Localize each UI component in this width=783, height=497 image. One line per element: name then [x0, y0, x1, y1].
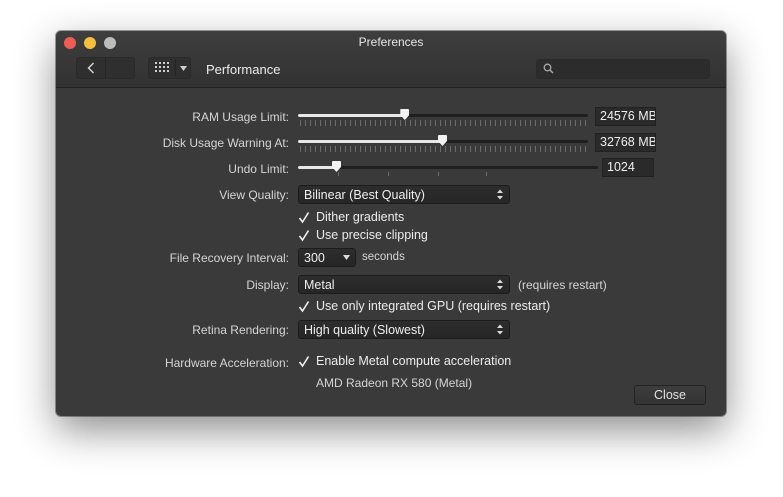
ram-usage-slider-fill [298, 114, 406, 117]
display-value: Metal [304, 278, 335, 292]
gpu-device-name: AMD Radeon RX 580 (Metal) [316, 376, 473, 390]
undo-limit-slider-thumb[interactable] [332, 161, 341, 172]
undo-limit-slider[interactable] [298, 161, 598, 172]
disk-usage-warning-field[interactable]: 32768 MB [595, 133, 656, 152]
view-quality-popup[interactable]: Bilinear (Best Quality) [298, 185, 510, 204]
view-quality-label: View Quality: [219, 188, 289, 202]
grid-icon [155, 62, 169, 72]
updown-arrows-icon [497, 279, 503, 290]
dither-gradients-checkbox[interactable]: Dither gradients [298, 209, 404, 225]
back-button[interactable] [77, 58, 106, 78]
navigation-group [76, 57, 135, 79]
dither-gradients-label: Dither gradients [316, 210, 405, 224]
integrated-gpu-label: Use only integrated GPU (requires restar… [316, 299, 551, 313]
window-title: Preferences [358, 35, 424, 49]
ram-usage-slider[interactable] [298, 109, 588, 120]
view-quality-value: Bilinear (Best Quality) [304, 188, 425, 202]
file-recovery-interval-label: File Recovery Interval: [169, 251, 289, 265]
metal-compute-checkbox[interactable]: Enable Metal compute acceleration [298, 353, 511, 369]
preferences-window: Preferences Performance RAM Usage Limit:… [56, 31, 726, 416]
section-title: Performance [206, 62, 281, 77]
forward-button[interactable] [106, 58, 134, 78]
titlebar: Preferences Performance [56, 31, 726, 88]
grid-button-divider [175, 60, 176, 76]
show-all-button[interactable] [148, 57, 191, 79]
ram-usage-slider-ticks [300, 120, 588, 126]
undo-limit-slider-ticks [298, 172, 598, 177]
ram-usage-slider-thumb[interactable] [400, 109, 410, 120]
updown-arrows-icon [497, 324, 503, 335]
precise-clipping-checkbox[interactable]: Use precise clipping [298, 227, 428, 243]
integrated-gpu-checkbox[interactable]: Use only integrated GPU (requires restar… [298, 298, 550, 314]
ram-usage-limit-label: RAM Usage Limit: [192, 110, 289, 124]
disk-usage-warning-label: Disk Usage Warning At: [162, 136, 289, 150]
display-restart-note: (requires restart) [518, 278, 607, 292]
chevron-left-icon [87, 62, 94, 74]
undo-limit-field[interactable]: 1024 [602, 158, 654, 177]
checkmark-icon [298, 355, 310, 368]
disk-usage-slider-ticks [300, 146, 588, 152]
precise-clipping-label: Use precise clipping [316, 228, 428, 242]
search-field[interactable] [536, 59, 710, 79]
retina-rendering-value: High quality (Slowest) [304, 323, 425, 337]
seconds-unit-label: seconds [362, 251, 405, 263]
retina-rendering-label: Retina Rendering: [192, 323, 289, 337]
undo-limit-label: Undo Limit: [228, 162, 289, 176]
disk-usage-slider-thumb[interactable] [438, 135, 447, 146]
close-button[interactable]: Close [634, 385, 706, 405]
dropdown-arrow-icon [343, 255, 350, 260]
search-icon [543, 63, 554, 74]
undo-limit-slider-fill [298, 166, 337, 169]
file-recovery-interval-value: 300 [304, 251, 325, 265]
display-popup[interactable]: Metal [298, 275, 510, 294]
disk-usage-slider[interactable] [298, 135, 588, 146]
retina-rendering-popup[interactable]: High quality (Slowest) [298, 320, 510, 339]
ram-usage-limit-field[interactable]: 24576 MB [595, 107, 656, 126]
disk-usage-slider-fill [298, 140, 443, 143]
checkmark-icon [298, 211, 310, 224]
metal-compute-label: Enable Metal compute acceleration [316, 354, 512, 368]
checkmark-icon [298, 300, 310, 313]
updown-arrows-icon [497, 189, 503, 200]
hardware-acceleration-label: Hardware Acceleration: [164, 356, 289, 370]
checkmark-icon [298, 229, 310, 242]
display-label: Display: [246, 278, 289, 292]
dropdown-arrow-icon [180, 66, 187, 71]
file-recovery-interval-combo[interactable]: 300 [298, 248, 356, 267]
